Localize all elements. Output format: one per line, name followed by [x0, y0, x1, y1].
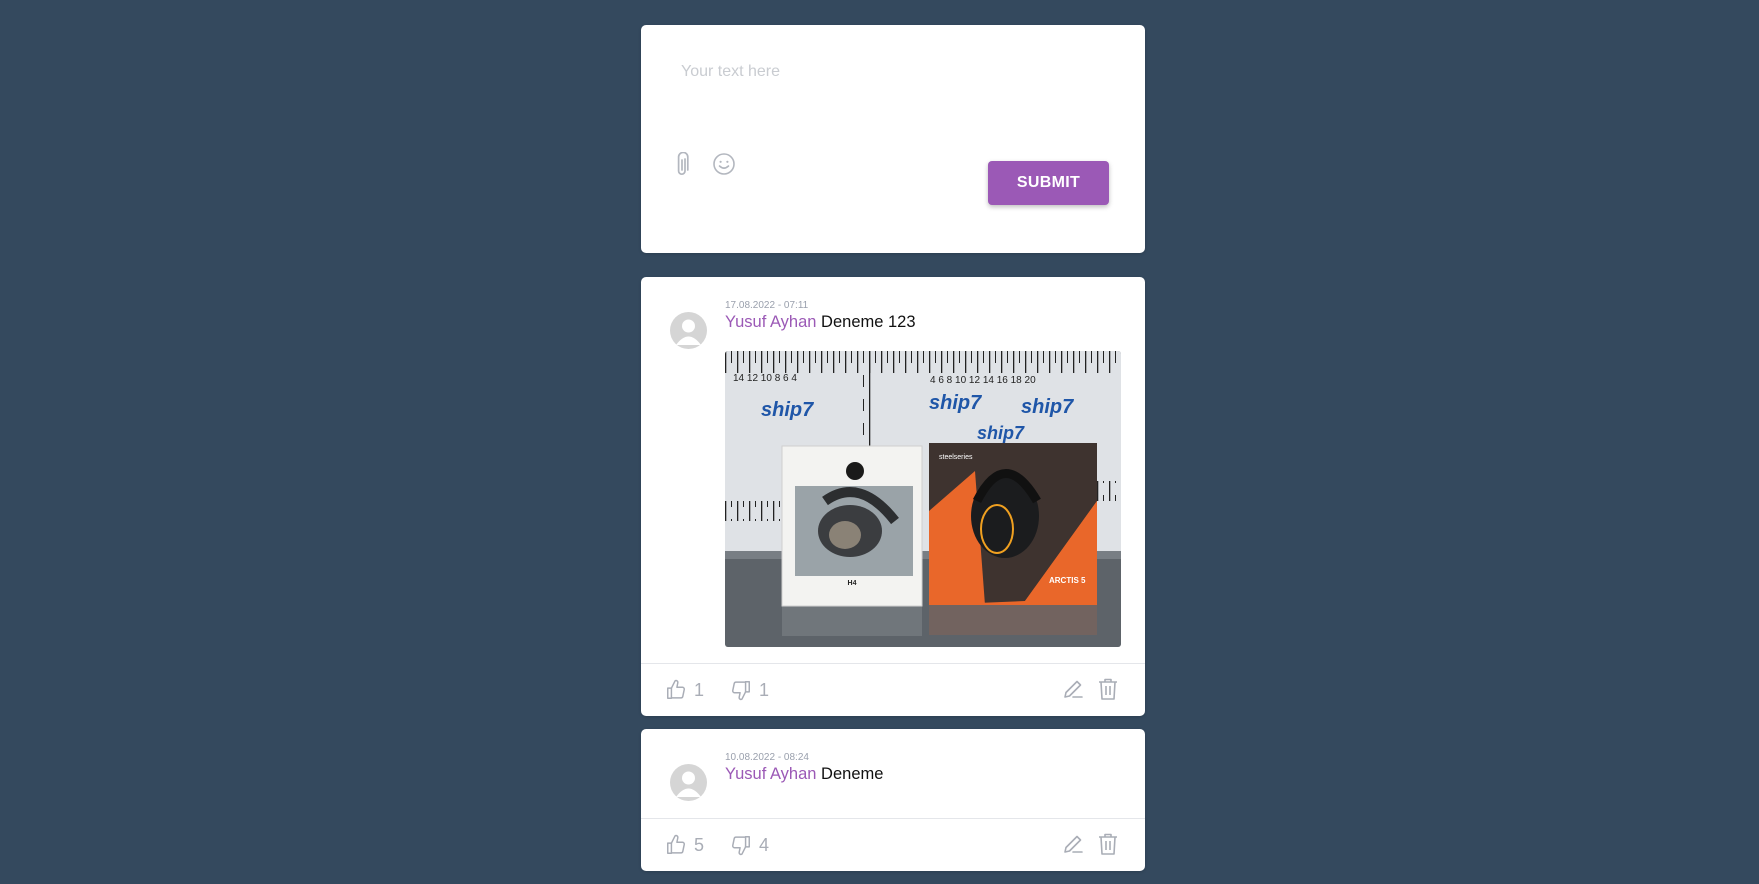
post-timestamp: 10.08.2022 - 08:24: [725, 752, 809, 763]
box-model-label: ARCTIS 5: [1049, 576, 1086, 585]
box-brand-label: steelseries: [939, 454, 973, 461]
post-timestamp: 17.08.2022 - 07:11: [725, 300, 809, 311]
post-text: Deneme: [821, 765, 884, 783]
box-model-label: H4: [848, 580, 857, 587]
post-image[interactable]: 14 12 10 8 6 4 4 6 8 10 12 14 16 18 20 s…: [725, 351, 1121, 647]
dislike-button[interactable]: 4: [730, 831, 769, 859]
edit-icon[interactable]: [1061, 832, 1085, 861]
thumbs-down-icon: [732, 681, 750, 701]
like-count: 5: [694, 834, 705, 855]
post-card: 17.08.2022 - 07:11 Yusuf Ayhan Deneme 12…: [641, 277, 1145, 716]
like-count: 1: [694, 679, 705, 700]
post-text-input[interactable]: [679, 61, 1113, 145]
post-footer: 1 1: [641, 663, 1145, 716]
author-link[interactable]: Yusuf Ayhan: [725, 765, 816, 783]
thumbs-up-icon: [667, 679, 685, 699]
dislike-count: 4: [759, 834, 770, 855]
thumbs-down-icon: [732, 836, 750, 856]
paperclip-icon[interactable]: [674, 151, 690, 183]
svg-text:14 12 10 8 6 4: 14 12 10 8 6 4: [733, 373, 797, 384]
like-button[interactable]: 5: [665, 831, 704, 859]
author-link[interactable]: Yusuf Ayhan: [725, 313, 816, 331]
dislike-count: 1: [759, 679, 770, 700]
smiley-icon[interactable]: [712, 152, 736, 181]
thumbs-up-icon: [667, 834, 685, 854]
brand-logo: ship7: [977, 423, 1025, 443]
post-content: Yusuf Ayhan Deneme: [725, 765, 883, 784]
post-content: Yusuf Ayhan Deneme 123: [725, 313, 916, 332]
trash-icon[interactable]: [1097, 832, 1119, 861]
edit-icon[interactable]: [1061, 677, 1085, 706]
post-card: 10.08.2022 - 08:24 Yusuf Ayhan Deneme 5 …: [641, 729, 1145, 871]
avatar: [670, 764, 707, 801]
like-button[interactable]: 1: [665, 676, 704, 704]
trash-icon[interactable]: [1097, 677, 1119, 706]
post-composer: SUBMIT: [641, 25, 1145, 253]
brand-logo: ship7: [761, 399, 814, 421]
avatar: [670, 312, 707, 349]
svg-text:4 6 8 10 12 14 16 18 2: 4 6 8 10 12 14 16 18 20: [930, 375, 1036, 386]
brand-logo: ship7: [929, 392, 982, 414]
submit-button[interactable]: SUBMIT: [988, 161, 1109, 205]
post-text: Deneme 123: [821, 313, 916, 331]
brand-logo: ship7: [1021, 396, 1074, 418]
dislike-button[interactable]: 1: [730, 676, 769, 704]
post-footer: 5 4: [641, 818, 1145, 871]
